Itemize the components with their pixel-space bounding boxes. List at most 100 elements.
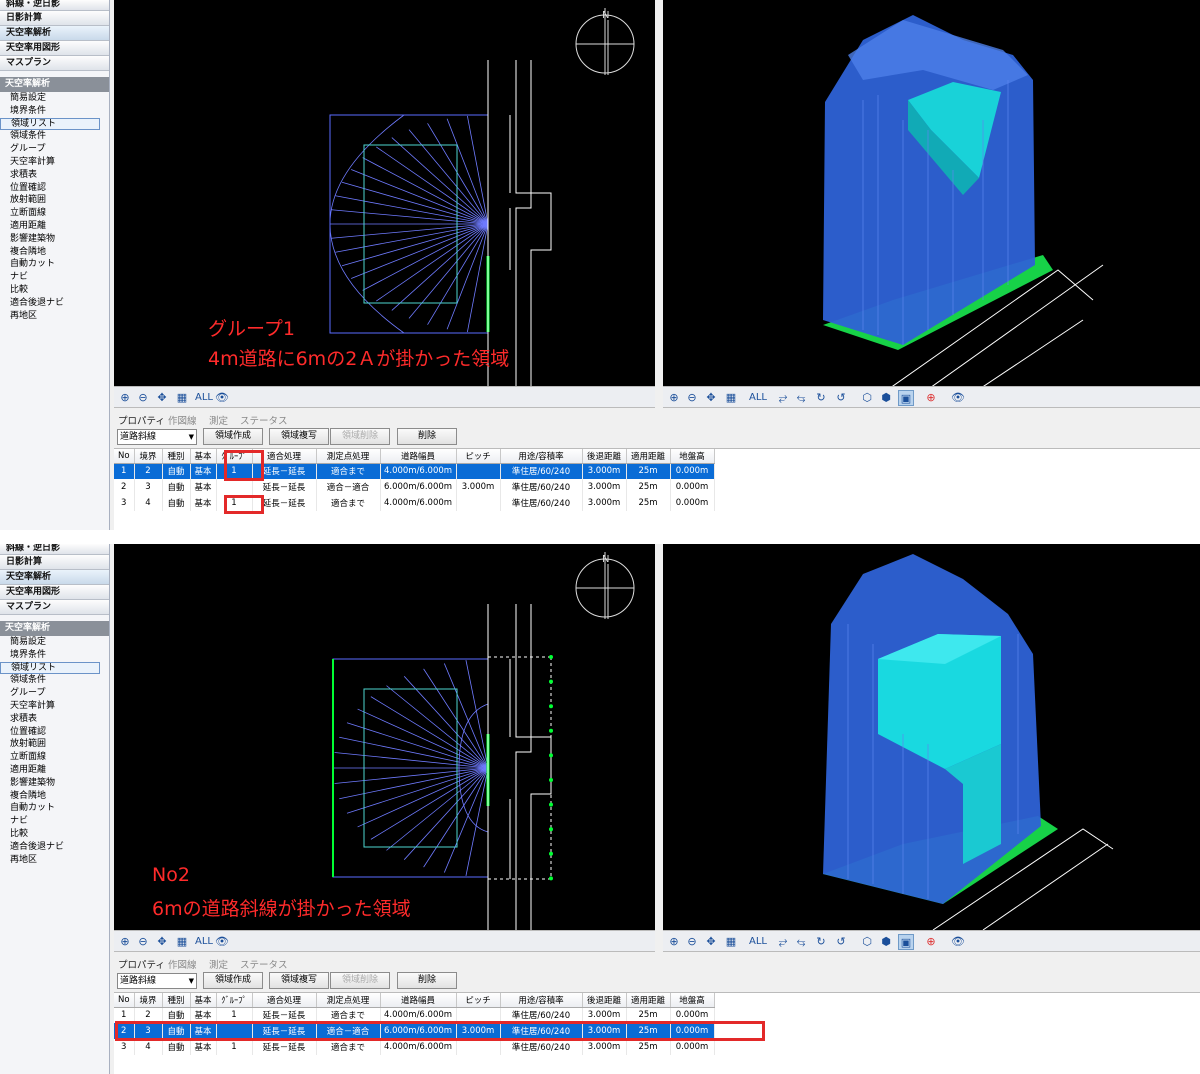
rotate-right-icon[interactable]: ⥃ (793, 390, 809, 406)
fit-icon[interactable]: ▦ (723, 934, 739, 950)
submenu-item[interactable]: 領域条件 (0, 130, 109, 143)
submenu-item[interactable]: 自動カット (0, 802, 109, 815)
menu-item[interactable]: 斜線・逆日影 (0, 0, 109, 11)
table-row[interactable]: 3 4 自動 基本 1 延長－延長 適合まで 4.000m/6.000m 準住居/60/240 3… (114, 495, 715, 511)
pan-icon[interactable]: ✥ (154, 390, 170, 406)
eye-icon[interactable]: 👁 (950, 390, 966, 406)
menu-item[interactable]: 天空率用図形 (0, 41, 109, 56)
column-header[interactable]: 用途/容積率 (500, 449, 583, 464)
wireframe-icon[interactable]: ⬡ (859, 390, 875, 406)
fit-icon[interactable]: ▦ (723, 390, 739, 406)
column-header[interactable]: 種別 (162, 993, 191, 1008)
fit-icon[interactable]: ▦ (174, 934, 190, 950)
submenu-item[interactable]: 複合隣地 (0, 246, 109, 259)
submenu-item[interactable]: 比較 (0, 284, 109, 297)
column-header[interactable]: ピッチ (456, 449, 501, 464)
submenu-item[interactable]: 複合隣地 (0, 790, 109, 803)
column-header[interactable]: 適合処理 (252, 993, 317, 1008)
column-header[interactable]: 適用距離 (626, 449, 671, 464)
column-header[interactable]: 境界 (134, 449, 163, 464)
submenu-item[interactable]: 適用距離 (0, 764, 109, 777)
3d-model[interactable] (663, 544, 1200, 930)
tab-drawing-lines[interactable]: 作図線 (168, 413, 197, 427)
eye-icon[interactable]: 👁 (950, 934, 966, 950)
rotate-right-icon[interactable]: ⥃ (793, 934, 809, 950)
zoom-out-icon[interactable]: ⊖ (684, 390, 700, 406)
menu-item[interactable]: 日影計算 (0, 555, 109, 570)
wireframe-icon[interactable]: ⬡ (859, 934, 875, 950)
column-header[interactable]: 道路幅員 (380, 993, 457, 1008)
submenu-item[interactable]: 簡易設定 (0, 92, 109, 105)
all-button[interactable]: ALL (193, 934, 215, 950)
menu-item[interactable]: マスプラン (0, 600, 109, 615)
submenu-item[interactable]: 立断面線 (0, 207, 109, 220)
column-header[interactable]: 後退距離 (582, 449, 627, 464)
column-header[interactable]: No (114, 449, 135, 464)
submenu-item[interactable]: 位置確認 (0, 726, 109, 739)
column-header[interactable]: 用途/容積率 (500, 993, 583, 1008)
fit-icon[interactable]: ▦ (174, 390, 190, 406)
shaded-icon[interactable]: ▣ (898, 390, 914, 406)
menu-item[interactable]: 天空率解析 (0, 570, 109, 585)
3d-model[interactable] (663, 0, 1200, 386)
rotate-up-icon[interactable]: ↻ (813, 390, 829, 406)
submenu-item[interactable]: 求積表 (0, 169, 109, 182)
create-region-button[interactable]: 領域作成 (203, 428, 263, 445)
zoom-in-icon[interactable]: ⊕ (666, 390, 682, 406)
submenu-item[interactable]: 適合後退ナビ (0, 297, 109, 310)
zoom-in-icon[interactable]: ⊕ (117, 390, 133, 406)
tab-status[interactable]: ステータス (240, 413, 288, 427)
rotate-left-icon[interactable]: ⥂ (775, 934, 791, 950)
menu-item[interactable]: 斜線・逆日影 (0, 544, 109, 555)
submenu-item[interactable]: グループ (0, 687, 109, 700)
column-header[interactable]: 基本 (190, 993, 217, 1008)
tab-status[interactable]: ステータス (240, 957, 288, 971)
submenu-item[interactable]: 再地区 (0, 854, 109, 867)
table-row[interactable]: 3 4 自動 基本 1 延長－延長 適合まで 4.000m/6.000m 準住居/60/240 3… (114, 1039, 715, 1055)
submenu-item[interactable]: 境界条件 (0, 649, 109, 662)
table-row[interactable]: 2 3 自動 基本 延長－延長 適合－適合 6.000m/6.000m 3.000m 準住居/6… (114, 479, 715, 495)
submenu-item[interactable]: ナビ (0, 271, 109, 284)
eye-icon[interactable]: 👁 (214, 390, 230, 406)
copy-region-button[interactable]: 領域複写 (269, 972, 329, 989)
column-header[interactable]: 基本 (190, 449, 217, 464)
menu-item[interactable]: 天空率用図形 (0, 585, 109, 600)
hidden-line-icon[interactable]: ⬢ (878, 390, 894, 406)
all-button[interactable]: ALL (747, 390, 769, 406)
zoom-out-icon[interactable]: ⊖ (135, 934, 151, 950)
submenu-item[interactable]: 影響建築物 (0, 233, 109, 246)
column-header[interactable]: 測定点処理 (316, 993, 381, 1008)
column-header[interactable]: 測定点処理 (316, 449, 381, 464)
all-button[interactable]: ALL (193, 390, 215, 406)
hidden-line-icon[interactable]: ⬢ (878, 934, 894, 950)
column-header[interactable]: 道路幅員 (380, 449, 457, 464)
all-button[interactable]: ALL (747, 934, 769, 950)
column-header[interactable]: 地盤高 (670, 993, 715, 1008)
column-header[interactable]: 後退距離 (582, 993, 627, 1008)
submenu-item[interactable]: 天空率計算 (0, 700, 109, 713)
axis-icon[interactable]: ⊕ (923, 934, 939, 950)
submenu-item[interactable]: グループ (0, 143, 109, 156)
plan-drawing[interactable]: N (114, 0, 655, 386)
submenu-item[interactable]: 立断面線 (0, 751, 109, 764)
zoom-in-icon[interactable]: ⊕ (666, 934, 682, 950)
menu-item[interactable]: マスプラン (0, 56, 109, 71)
menu-item[interactable]: 日影計算 (0, 11, 109, 26)
submenu-item[interactable]: 位置確認 (0, 182, 109, 195)
submenu-item[interactable]: 自動カット (0, 258, 109, 271)
menu-item[interactable]: 天空率解析 (0, 26, 109, 41)
table-row[interactable]: 1 2 自動 基本 1 延長－延長 適合まで 4.000m/6.000m 準住居/60/240 3… (114, 463, 715, 479)
submenu-item[interactable]: 適用距離 (0, 220, 109, 233)
tab-property[interactable]: プロパティ (118, 957, 165, 971)
pan-icon[interactable]: ✥ (703, 934, 719, 950)
zoom-out-icon[interactable]: ⊖ (684, 934, 700, 950)
submenu-item[interactable]: 境界条件 (0, 105, 109, 118)
delete-button[interactable]: 削除 (397, 428, 457, 445)
submenu-item[interactable]: 領域リスト (0, 117, 100, 131)
column-header[interactable]: 適用距離 (626, 993, 671, 1008)
column-header[interactable]: 地盤高 (670, 449, 715, 464)
3d-viewport[interactable] (663, 0, 1200, 386)
rotate-down-icon[interactable]: ↺ (833, 390, 849, 406)
copy-region-button[interactable]: 領域複写 (269, 428, 329, 445)
submenu-item[interactable]: 領域条件 (0, 674, 109, 687)
